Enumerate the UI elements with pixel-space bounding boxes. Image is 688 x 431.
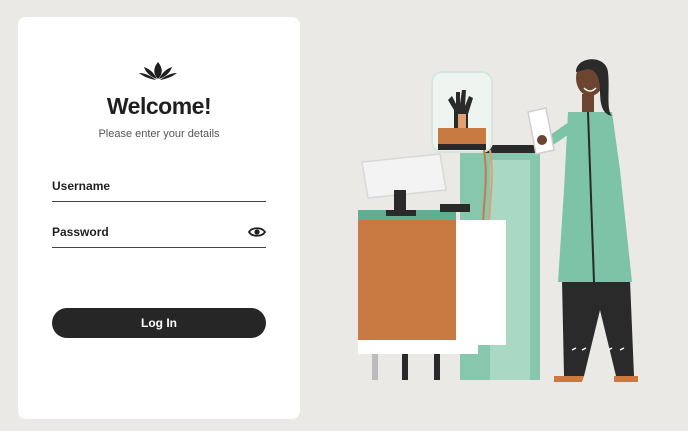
welcome-title: Welcome! — [106, 93, 212, 119]
eye-icon[interactable] — [248, 226, 266, 238]
username-field — [52, 175, 266, 202]
password-field — [52, 221, 266, 248]
login-button[interactable]: Log In — [52, 308, 266, 338]
password-input[interactable] — [52, 221, 242, 243]
login-card: Welcome! Please enter your details Log I… — [18, 17, 300, 419]
username-input[interactable] — [52, 175, 242, 197]
welcome-subtitle: Please enter your details — [98, 128, 220, 140]
doctor-illustration — [358, 59, 638, 382]
lotus-icon — [139, 62, 177, 80]
login-screen: Welcome! Please enter your details Log I… — [0, 0, 688, 431]
